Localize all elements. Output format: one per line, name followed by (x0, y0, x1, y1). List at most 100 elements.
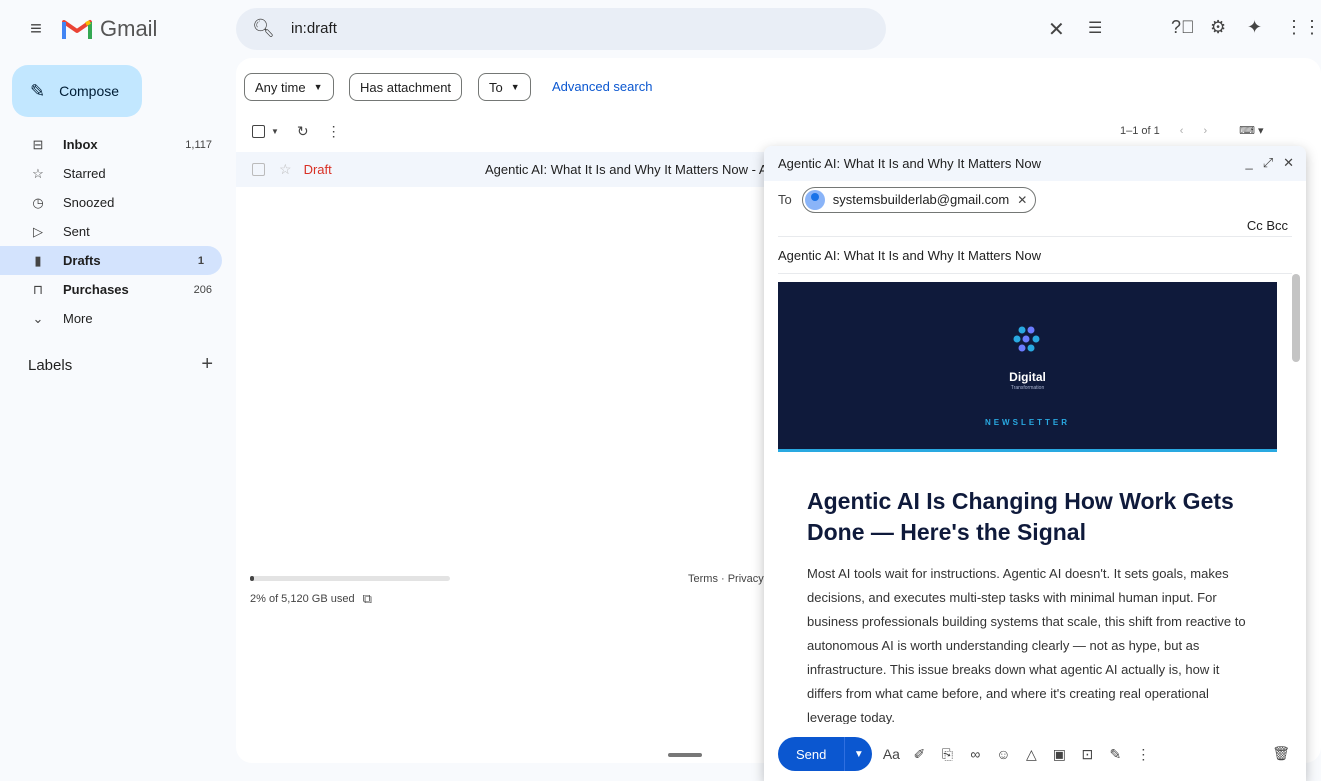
compose-header[interactable]: Agentic AI: What It Is and Why It Matter… (764, 146, 1306, 181)
discard-draft-icon[interactable]: 🗑︎ (1272, 745, 1290, 762)
drive-icon[interactable]: △ (1022, 746, 1040, 763)
add-label-icon[interactable]: + (201, 353, 213, 376)
storage-info: 2% of 5,120 GB used ⧉ (250, 591, 372, 607)
send-button[interactable]: Send (778, 737, 845, 771)
cc-bcc-link[interactable]: Cc Bcc (1247, 218, 1288, 233)
recipient-chip[interactable]: systemsbuilderlab@gmail.com ✕ (801, 186, 1037, 213)
confidential-icon[interactable]: ⊡ (1078, 746, 1096, 763)
prev-page-icon[interactable]: ‹ (1180, 125, 1184, 137)
digital-logo-icon (1013, 326, 1040, 352)
has-attachment-filter[interactable]: Has attachment (349, 73, 463, 101)
search-bar[interactable]: 🔍︎ in:draft ✕ ☰ (236, 8, 1102, 50)
to-field[interactable]: To systemsbuilderlab@gmail.com ✕ (764, 181, 1306, 218)
to-filter[interactable]: To ▼ (478, 73, 531, 101)
gmail-logo[interactable]: Gmail (62, 16, 157, 42)
sidebar-item-purchases[interactable]: ⊓ Purchases 206 (0, 275, 230, 304)
app-name: Gmail (100, 16, 158, 41)
sidebar-item-label: Snoozed (63, 195, 115, 210)
recipient-email: systemsbuilderlab@gmail.com (832, 192, 1010, 207)
sidebar-item-snoozed[interactable]: ◷ Snoozed (0, 188, 230, 217)
search-options-icon[interactable]: ☰ (1088, 18, 1102, 38)
draft-icon: ▮ (34, 252, 42, 268)
minimize-icon[interactable]: _ (1245, 155, 1252, 171)
pagination: 1–1 of 1 ‹ › ⌨ ▾ (1120, 124, 1264, 138)
scrollbar[interactable] (1292, 274, 1300, 362)
remove-recipient-icon[interactable]: ✕ (1017, 193, 1027, 207)
formatting-icon[interactable]: Aa (882, 746, 900, 762)
sidebar-item-starred[interactable]: ☆ Starred (0, 159, 230, 188)
chevron-down-icon: ▼ (510, 82, 520, 92)
sidebar-item-label: Purchases (63, 282, 129, 297)
storage-bar (250, 576, 450, 581)
any-time-filter[interactable]: Any time ▼ (244, 73, 334, 101)
labels-header: Labels + (28, 353, 213, 376)
refresh-icon[interactable]: ↻ (297, 123, 309, 140)
chevron-down-icon: ▼ (313, 82, 323, 92)
draft-tag: Draft (303, 162, 332, 177)
signature-icon[interactable]: ✎ (1106, 746, 1124, 763)
terms-privacy-links[interactable]: Terms · Privacy (688, 573, 764, 585)
compose-window: Agentic AI: What It Is and Why It Matter… (764, 146, 1306, 781)
banner-brand: Digital (1009, 370, 1046, 384)
gemini-sparkle-icon[interactable]: ✦ (1247, 17, 1262, 38)
gmail-m-icon (62, 20, 92, 39)
more-options-icon[interactable]: ⋮ (327, 123, 341, 140)
storage-text: 2% of 5,120 GB used (250, 593, 355, 605)
settings-gear-icon[interactable]: ⚙ (1210, 17, 1226, 38)
next-page-icon[interactable]: › (1203, 125, 1207, 137)
sidebar-item-count: 206 (193, 283, 212, 296)
sidebar-item-count: 1 (197, 254, 204, 267)
send-icon: ▷ (33, 223, 43, 239)
avatar (804, 189, 825, 210)
expand-icon[interactable]: ⤢ (1263, 155, 1273, 171)
magic-write-icon[interactable]: ✐ (910, 746, 928, 763)
select-all-checkbox[interactable]: ▼ (252, 125, 279, 138)
photo-icon[interactable]: ▣ (1050, 746, 1068, 763)
compose-title: Agentic AI: What It Is and Why It Matter… (778, 156, 1041, 171)
emoji-icon[interactable]: ☺ (994, 746, 1012, 762)
clear-search-icon[interactable]: ✕ (1048, 17, 1065, 42)
sidebar-item-more[interactable]: ⌄ More (0, 304, 230, 333)
inbox-icon: ⊟ (32, 136, 44, 152)
clock-icon: ◷ (32, 194, 44, 210)
keyboard-icon[interactable]: ⌨ ▾ (1239, 124, 1263, 137)
sidebar-item-label: Sent (63, 224, 90, 239)
window-controls: _ ⤢ ✕ (1245, 155, 1294, 171)
advanced-search-link[interactable]: Advanced search (552, 79, 652, 94)
resize-handle[interactable] (668, 753, 702, 757)
row-checkbox[interactable] (252, 163, 265, 176)
message-body[interactable]: Digital Transformation NEWSLETTER Agenti… (778, 274, 1292, 724)
link-icon[interactable]: ∞ (966, 746, 984, 762)
storage-fill (250, 576, 254, 581)
sidebar-item-drafts[interactable]: ▮ Drafts 1 (0, 246, 222, 275)
schedule-send-dropdown[interactable]: ▼ (844, 737, 873, 771)
apps-grid-icon[interactable]: ⋮⋮⋮ (1285, 17, 1321, 38)
external-link-icon[interactable]: ⧉ (363, 591, 372, 607)
sidebar-item-label: Starred (63, 166, 106, 181)
compose-button[interactable]: ✎ Compose (12, 65, 142, 117)
star-icon: ☆ (32, 165, 44, 181)
sidebar-item-sent[interactable]: ▷ Sent (0, 217, 230, 246)
newsletter-headline: Agentic AI Is Changing How Work Gets Don… (807, 488, 1234, 545)
sidebar-item-label: Drafts (63, 253, 101, 268)
more-options-icon[interactable]: ⋮ (1134, 746, 1152, 763)
sidebar-item-inbox[interactable]: ⊟ Inbox 1,117 (0, 130, 230, 159)
row-subject: Agentic AI: What It Is and Why It Matter… (485, 162, 766, 177)
send-button-group: Send ▼ (778, 737, 873, 771)
pencil-icon: ✎ (30, 80, 46, 101)
close-icon[interactable]: ✕ (1283, 155, 1294, 171)
banner-tag: NEWSLETTER (984, 418, 1071, 427)
attach-icon[interactable]: ⎘ (938, 746, 956, 763)
search-icon[interactable]: 🔍︎ (252, 18, 275, 39)
chevron-down-icon: ▼ (271, 127, 279, 136)
table-row[interactable]: ☆ Draft Agentic AI: What It Is and Why I… (236, 152, 766, 187)
compose-label: Compose (59, 83, 120, 99)
help-icon[interactable]: ?⃝ (1171, 17, 1195, 38)
subject-field[interactable]: Agentic AI: What It Is and Why It Matter… (778, 236, 1292, 274)
compose-toolbar: Send ▼ Aa ✐ ⎘ ∞ ☺ △ ▣ ⊡ ✎ ⋮ 🗑︎ (764, 727, 1306, 781)
list-toolbar: ▼ ↻ ⋮ (252, 123, 341, 140)
search-input[interactable]: in:draft (291, 20, 337, 37)
main-menu-icon[interactable]: ≡ (24, 17, 48, 41)
newsletter-banner: Digital Transformation NEWSLETTER (778, 282, 1277, 452)
star-icon[interactable]: ☆ (279, 161, 292, 178)
